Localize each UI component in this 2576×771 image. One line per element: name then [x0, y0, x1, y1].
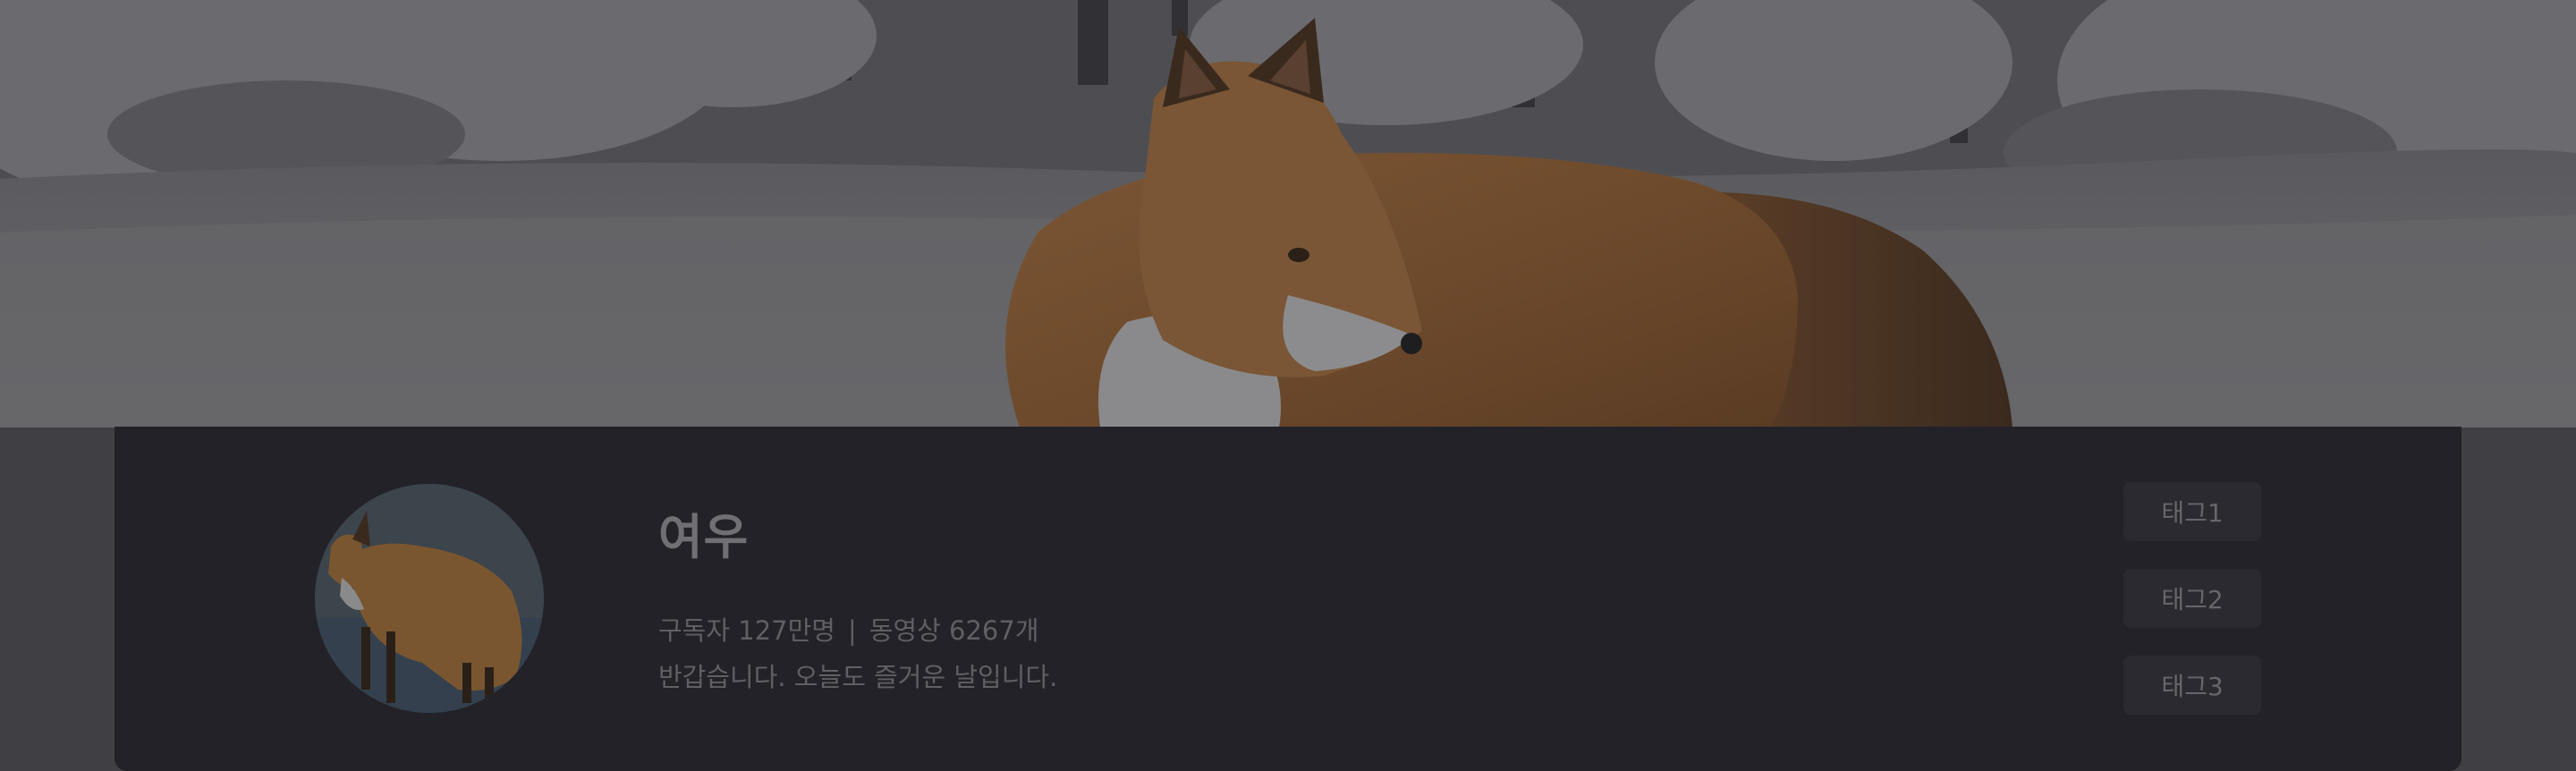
channel-name: 여우 [658, 509, 750, 565]
channel-description: 반갑습니다. 오늘도 즐거운 날입니다. [658, 662, 1058, 692]
tag-button-1[interactable]: 태그1 [2123, 482, 2261, 541]
channel-banner [0, 0, 2576, 428]
stats-separator: | [847, 615, 857, 646]
tag-button-2[interactable]: 태그2 [2123, 569, 2261, 628]
subscriber-count: 구독자 127만명 [658, 615, 835, 646]
video-count: 동영상 6267개 [869, 615, 1039, 646]
channel-profile-card: 여우 구독자 127만명 | 동영상 6267개 반갑습니다. 오늘도 즐거운 날입… [114, 427, 2462, 771]
channel-page: 여우 구독자 127만명 | 동영상 6267개 반갑습니다. 오늘도 즐거운 날입… [0, 0, 2576, 771]
banner-image [0, 0, 2576, 428]
channel-stats: 구독자 127만명 | 동영상 6267개 [658, 613, 1057, 648]
fox-avatar-image [315, 484, 544, 713]
tag-list: 태그1 태그2 태그3 [2123, 482, 2261, 742]
channel-avatar[interactable] [315, 484, 544, 713]
channel-info: 여우 구독자 127만명 | 동영상 6267개 반갑습니다. 오늘도 즐거운 날입… [658, 509, 1057, 695]
tag-button-3[interactable]: 태그3 [2123, 656, 2261, 715]
